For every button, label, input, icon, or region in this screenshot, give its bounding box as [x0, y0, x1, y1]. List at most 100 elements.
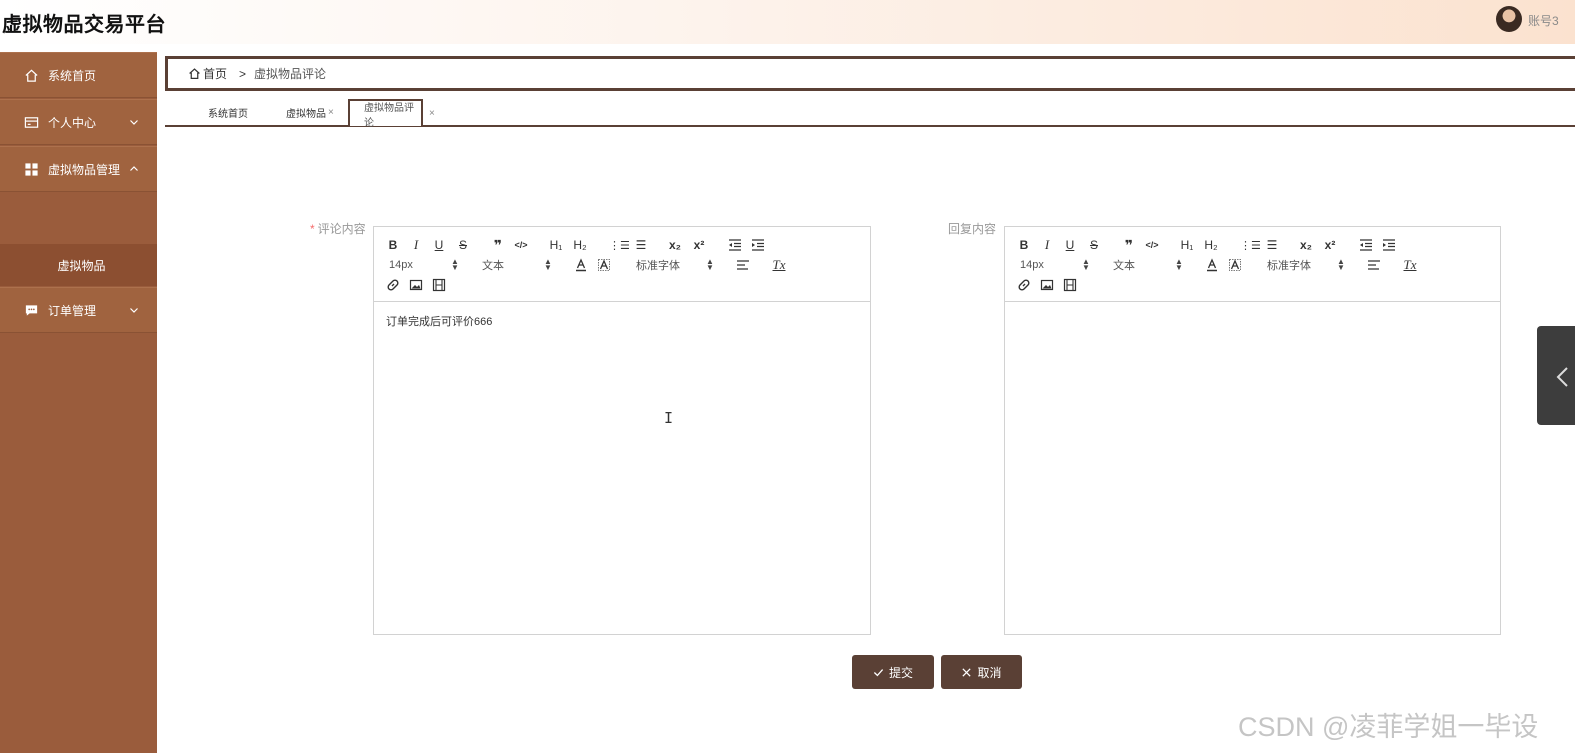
close-icon[interactable]: × [328, 107, 334, 118]
sidebar-item-home[interactable]: 系统首页 [0, 52, 157, 98]
select-caret-icon: ▲ ▼ [1337, 257, 1345, 272]
comment-content-text[interactable]: 订单完成后可评价666 [386, 313, 492, 329]
top-header: 虚拟物品交易平台 账号3 [0, 0, 1575, 44]
tab-virtual-goods[interactable]: 虚拟物品 × [286, 99, 334, 126]
underline-icon[interactable]: U [1063, 237, 1077, 253]
submit-button-label: 提交 [888, 665, 913, 680]
strike-icon[interactable]: S [1087, 237, 1101, 253]
sidebar: 系统首页 个人中心 虚拟物品管理 虚拟物品 订单管理 [0, 52, 157, 753]
editor-toolbar: B I U S ❞ </> H₁ H₂ ⋮☰ ☰ x₂ x² 14px ▲ ▼ 文… [374, 227, 870, 302]
grid-icon [25, 162, 38, 176]
select-caret-icon: ▲ ▼ [1082, 257, 1090, 272]
blockquote-icon[interactable]: ❞ [491, 237, 505, 253]
chevron-up-icon [130, 166, 138, 171]
link-icon[interactable] [1017, 277, 1031, 293]
font-color-icon[interactable] [574, 257, 588, 273]
h1-icon[interactable]: H₁ [1180, 237, 1194, 253]
superscript-icon[interactable]: x² [692, 237, 706, 253]
ordered-list-icon[interactable]: ⋮☰ [609, 237, 630, 253]
image-icon[interactable] [1040, 277, 1054, 293]
bullet-list-icon[interactable]: ☰ [1265, 237, 1279, 253]
bold-icon[interactable]: B [1017, 237, 1031, 253]
app-title: 虚拟物品交易平台 [2, 14, 166, 36]
cancel-button[interactable]: 取消 [941, 655, 1022, 689]
clear-format-icon[interactable]: Tx [1403, 257, 1417, 273]
home-icon [189, 68, 200, 79]
breadcrumb-current: 虚拟物品评论 [254, 67, 327, 81]
link-icon[interactable] [386, 277, 400, 293]
ordered-list-icon[interactable]: ⋮☰ [1240, 237, 1261, 253]
background-color-icon[interactable] [597, 257, 611, 273]
select-caret-icon: ▲ ▼ [544, 257, 552, 272]
indent-icon[interactable] [751, 237, 765, 253]
superscript-icon[interactable]: x² [1323, 237, 1337, 253]
editor-toolbar: B I U S ❞ </> H₁ H₂ ⋮☰ ☰ x₂ x² 14px ▲ ▼ 文… [1005, 227, 1500, 302]
bold-icon[interactable]: B [386, 237, 400, 253]
select-caret-icon: ▲ ▼ [706, 257, 714, 272]
video-icon[interactable] [432, 277, 446, 293]
image-icon[interactable] [409, 277, 423, 293]
indent-icon[interactable] [1382, 237, 1396, 253]
clear-format-icon[interactable]: Tx [772, 257, 786, 273]
background-color-icon[interactable] [1228, 257, 1242, 273]
breadcrumb: 首页 > 虚拟物品评论 [165, 56, 1575, 91]
outdent-icon[interactable] [1359, 237, 1373, 253]
sidebar-item-personal-center[interactable]: 个人中心 [0, 99, 157, 145]
select-caret-icon: ▲ ▼ [451, 257, 459, 272]
text-type-select[interactable]: 文本 ▲ ▼ [482, 257, 554, 273]
sidebar-subitem-virtual-goods[interactable]: 虚拟物品 [0, 244, 157, 286]
h2-icon[interactable]: H₂ [573, 237, 587, 253]
home-icon [25, 69, 38, 82]
code-icon[interactable]: </> [514, 237, 528, 253]
tab-home[interactable]: 系统首页 [208, 99, 248, 126]
tab-bar: 系统首页 虚拟物品 × 虚拟物品评论 × [165, 99, 1575, 129]
chevron-left-icon [1556, 367, 1568, 387]
video-icon[interactable] [1063, 277, 1077, 293]
font-family-select[interactable]: 标准字体 ▲ ▼ [636, 257, 716, 273]
sidebar-item-label: 系统首页 [48, 68, 97, 83]
account-name[interactable]: 账号3 [1528, 12, 1559, 29]
user-avatar[interactable] [1496, 6, 1522, 32]
bullet-list-icon[interactable]: ☰ [634, 237, 648, 253]
sidebar-item-label: 订单管理 [48, 303, 97, 318]
italic-icon[interactable]: I [409, 237, 423, 253]
card-icon [24, 116, 39, 128]
close-icon [962, 667, 972, 677]
outdent-icon[interactable] [728, 237, 742, 253]
h1-icon[interactable]: H₁ [549, 237, 563, 253]
sidebar-item-label: 虚拟物品管理 [48, 162, 121, 177]
required-mark: * [310, 222, 315, 236]
code-icon[interactable]: </> [1145, 237, 1159, 253]
align-icon[interactable] [1367, 257, 1381, 273]
tab-label: 虚拟物品评论 [364, 102, 414, 129]
close-icon[interactable]: × [429, 108, 435, 119]
select-caret-icon: ▲ ▼ [1175, 257, 1183, 272]
blockquote-icon[interactable]: ❞ [1122, 237, 1136, 253]
submit-button[interactable]: 提交 [852, 655, 934, 689]
font-color-icon[interactable] [1205, 257, 1219, 273]
font-size-select[interactable]: 14px ▲ ▼ [389, 257, 461, 273]
font-size-value: 14px [1020, 259, 1044, 271]
text-type-select[interactable]: 文本 ▲ ▼ [1113, 257, 1185, 273]
sidebar-item-order-management[interactable]: 订单管理 [0, 287, 157, 333]
watermark: CSDN @凌菲学姐一毕设 [1238, 712, 1539, 742]
font-family-select[interactable]: 标准字体 ▲ ▼ [1267, 257, 1347, 273]
sidebar-item-label: 个人中心 [48, 115, 97, 130]
subscript-icon[interactable]: x₂ [668, 237, 682, 253]
tab-label: 虚拟物品 [286, 109, 326, 120]
sidebar-item-virtual-goods-management[interactable]: 虚拟物品管理 [0, 146, 157, 192]
font-size-select[interactable]: 14px ▲ ▼ [1020, 257, 1092, 273]
h2-icon[interactable]: H₂ [1204, 237, 1218, 253]
strike-icon[interactable]: S [456, 237, 470, 253]
tab-virtual-goods-comment[interactable]: 虚拟物品评论 × [348, 99, 435, 129]
align-icon[interactable] [736, 257, 750, 273]
underline-icon[interactable]: U [432, 237, 446, 253]
comment-label-text: 评论内容 [317, 222, 366, 236]
chat-icon [25, 304, 38, 316]
comment-editor: B I U S ❞ </> H₁ H₂ ⋮☰ ☰ x₂ x² 14px ▲ ▼ 文… [373, 226, 871, 635]
side-panel-toggle[interactable] [1537, 326, 1575, 425]
breadcrumb-home[interactable]: 首页 [188, 65, 227, 82]
italic-icon[interactable]: I [1040, 237, 1054, 253]
tab-label: 系统首页 [208, 109, 248, 120]
subscript-icon[interactable]: x₂ [1299, 237, 1313, 253]
